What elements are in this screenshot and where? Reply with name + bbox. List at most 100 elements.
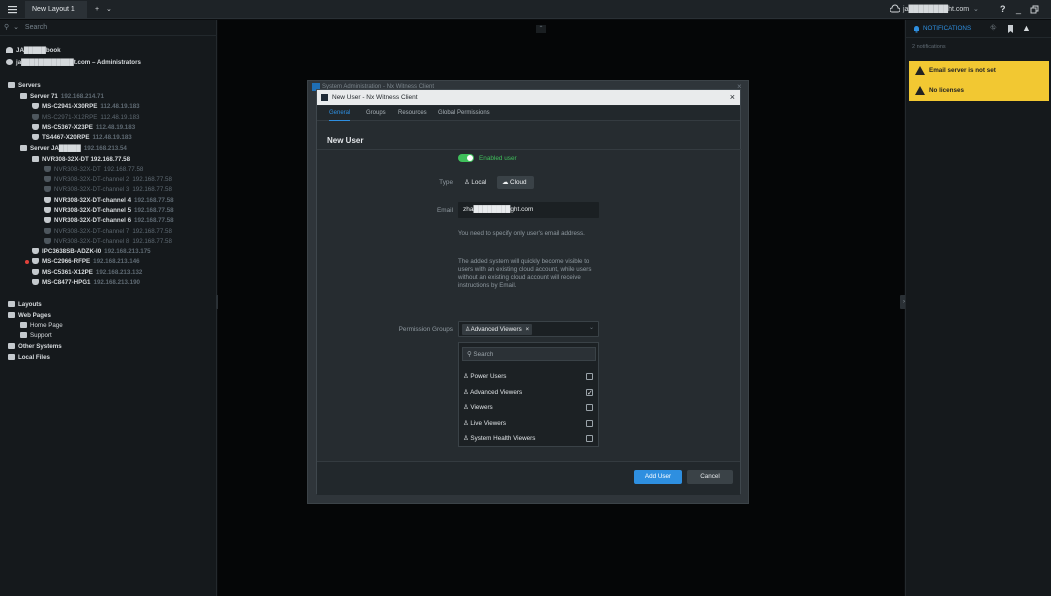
- cloud-info-hint: The added system will quickly become vis…: [458, 258, 592, 289]
- other-systems-icon: [8, 343, 15, 350]
- tree-item[interactable]: IPC3638SB-ADZK-I0 192.168.213.175: [32, 247, 151, 257]
- tab-general[interactable]: General: [329, 106, 351, 121]
- notification-no-licenses[interactable]: No licenses: [909, 81, 1049, 101]
- tree-item[interactable]: NVR308-32X-DT-channel 5 192.168.77.58: [44, 206, 174, 216]
- tree-item[interactable]: Support: [20, 331, 52, 341]
- tree-item-label: Support: [30, 332, 52, 339]
- option-checkbox[interactable]: [586, 419, 593, 427]
- type-cloud-option[interactable]: ☁ Cloud: [497, 176, 534, 189]
- tree-item-label: NVR308-32X-DT 192.168.77.58: [42, 156, 131, 163]
- tree-item[interactable]: NVR308-32X-DT-channel 7 192.168.77.58: [44, 227, 172, 237]
- user-icon: ♙: [464, 179, 470, 186]
- system-node[interactable]: JA█████book: [6, 46, 61, 56]
- tree-item-label: Layouts: [18, 301, 42, 308]
- tree-item[interactable]: Local Files: [8, 353, 50, 363]
- tree-item-label: MS-C2941-X30RPE: [42, 103, 98, 110]
- dropdown-search-input[interactable]: ⚲ Search: [462, 347, 596, 361]
- option-checkbox[interactable]: [586, 435, 593, 442]
- notification-email-server[interactable]: Email server is not set: [909, 61, 1049, 81]
- collapse-timeline-button[interactable]: ⌃: [536, 25, 546, 33]
- tab-notifications[interactable]: NOTIFICATIONS: [923, 20, 971, 38]
- type-local-option[interactable]: ♙ Local: [458, 176, 494, 189]
- search-icon: ⚲: [4, 24, 10, 31]
- tree-item-ip: 192.168.77.58: [132, 228, 172, 235]
- tree-item[interactable]: Layouts: [8, 300, 42, 310]
- cloud-icon: ☁: [502, 179, 509, 186]
- tree-item-ip: 112.48.19.183: [100, 114, 140, 121]
- tree-item[interactable]: Home Page: [20, 321, 63, 331]
- restore-window-icon[interactable]: [1030, 0, 1039, 19]
- search-box[interactable]: ⚲ ⌄ Search: [0, 20, 217, 36]
- chevron-down-icon[interactable]: ⌄: [589, 324, 594, 331]
- tree-item-label: NVR308-32X-DT-channel 2: [54, 176, 130, 183]
- bookmark-icon[interactable]: [1008, 25, 1013, 33]
- tree-item[interactable]: NVR308-32X-DT 192.168.77.58: [32, 155, 130, 165]
- tree-item[interactable]: NVR308-32X-DT-channel 3 192.168.77.58: [44, 185, 172, 195]
- option-checkbox[interactable]: [586, 404, 593, 411]
- tree-item[interactable]: Other Systems: [8, 342, 62, 352]
- option-checkbox[interactable]: [586, 373, 593, 380]
- camera-icon: [44, 186, 51, 193]
- help-button[interactable]: ?: [1000, 0, 1006, 19]
- tree-item[interactable]: MS-C2966-RFPE 192.168.213.146: [25, 257, 140, 267]
- tree-item-label: NVR308-32X-DT-channel 8: [54, 238, 130, 245]
- cancel-button[interactable]: Cancel: [687, 470, 733, 484]
- tree-item[interactable]: TS4467-X20RPE 112.48.19.183: [32, 133, 132, 143]
- permission-group-option[interactable]: ♙ Viewers: [463, 400, 597, 415]
- tree-item[interactable]: MS-C5367-X23PE 112.48.19.183: [32, 123, 135, 133]
- tree-item[interactable]: MS-C2971-X12RPE 112.48.19.183: [32, 113, 139, 123]
- tree-item[interactable]: NVR308-32X-DT-channel 2 192.168.77.58: [44, 175, 172, 185]
- tree-item[interactable]: NVR308-32X-DT-channel 4 192.168.77.58: [44, 196, 174, 206]
- enabled-user-toggle[interactable]: [458, 154, 474, 162]
- minimize-button[interactable]: _: [1016, 0, 1021, 19]
- camera-icon: [32, 134, 39, 141]
- dialog-title: New User - Nx Witness Client: [332, 94, 418, 101]
- permission-group-option[interactable]: ♙ System Health Viewers: [463, 431, 597, 446]
- tree-item[interactable]: NVR308-32X-DT 192.168.77.58: [44, 165, 143, 175]
- email-field[interactable]: zha████████ght.com: [458, 202, 599, 218]
- user-icon: [6, 59, 13, 66]
- permission-group-option[interactable]: ♙ Power Users: [463, 369, 597, 384]
- add-tab-button[interactable]: +: [95, 0, 99, 19]
- tree-item[interactable]: Server JA█████ 192.168.213.54: [20, 144, 127, 154]
- events-icon[interactable]: ▲: [1022, 23, 1031, 33]
- account-chevron-icon[interactable]: ⌄: [973, 0, 979, 19]
- tree-item[interactable]: MS-C8477-HPG1 192.168.213.190: [32, 278, 140, 288]
- tree-item[interactable]: Servers: [8, 81, 41, 91]
- email-label: Email: [437, 207, 453, 214]
- tree-item[interactable]: MS-C2941-X30RPE 112.48.19.183: [32, 102, 140, 112]
- option-checkbox[interactable]: [586, 386, 593, 401]
- tree-item-ip: 192.168.77.58: [132, 238, 172, 245]
- tree-item[interactable]: NVR308-32X-DT-channel 8 192.168.77.58: [44, 237, 172, 247]
- tree-item-ip: 192.168.77.58: [132, 186, 172, 193]
- tree-item[interactable]: Server 71 192.168.214.71: [20, 92, 104, 102]
- bell-icon[interactable]: [913, 25, 920, 33]
- cloud-account-label[interactable]: ja████████ht.com: [903, 0, 969, 19]
- tab-groups[interactable]: Groups: [366, 106, 386, 121]
- tree-item-label: Web Pages: [18, 312, 51, 319]
- remove-chip-icon[interactable]: ×: [525, 326, 529, 333]
- chevron-down-icon[interactable]: ⌄: [106, 0, 112, 19]
- tab-global-permissions[interactable]: Global Permissions: [438, 106, 490, 121]
- tree-item[interactable]: MS-C5361-X12PE 192.168.213.132: [32, 268, 142, 278]
- tab-layout[interactable]: New Layout 1 ×: [25, 1, 87, 31]
- permission-group-option[interactable]: ♙ Live Viewers: [463, 416, 597, 431]
- cloud-icon[interactable]: [889, 0, 901, 19]
- server-icon: [20, 93, 27, 100]
- tree-item-label: NVR308-32X-DT-channel 3: [54, 186, 130, 193]
- permission-group-option[interactable]: ♙ Advanced Viewers: [463, 385, 597, 401]
- permission-groups-select[interactable]: ♙Advanced Viewers × ⌄: [458, 321, 599, 337]
- hamburger-icon[interactable]: [8, 0, 18, 19]
- tree-item[interactable]: NVR308-32X-DT-channel 6 192.168.77.58: [44, 216, 174, 226]
- add-user-button[interactable]: Add User: [634, 470, 682, 484]
- tree-item-ip: 192.168.77.58: [132, 176, 172, 183]
- dialog-footer: Add User Cancel: [317, 461, 740, 495]
- warning-icon: [915, 86, 925, 95]
- tree-item[interactable]: Web Pages: [8, 311, 51, 321]
- tree-item-label: MS-C2971-X12RPE: [42, 114, 98, 121]
- user-node[interactable]: ja████████████t.com – Administrators: [6, 58, 141, 68]
- motion-icon[interactable]: ⛗: [990, 23, 996, 33]
- close-icon[interactable]: ×: [730, 90, 735, 105]
- tab-resources[interactable]: Resources: [398, 106, 427, 121]
- tree-item-ip: 112.48.19.183: [92, 134, 132, 141]
